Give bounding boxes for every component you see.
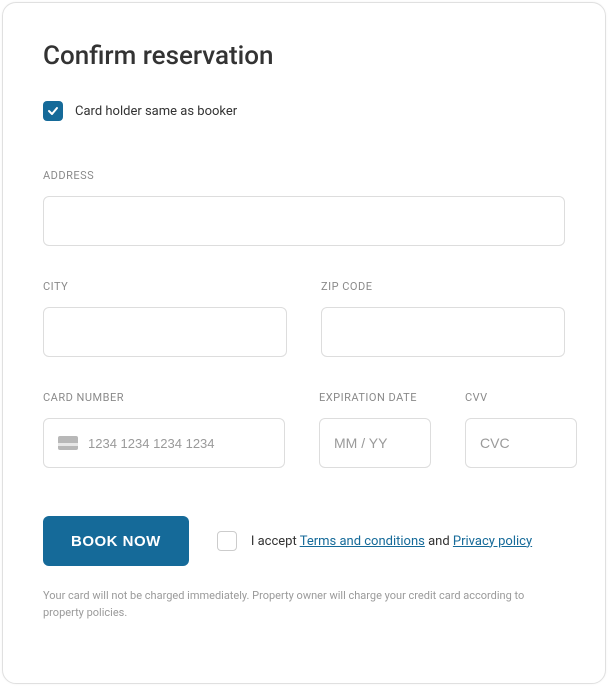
- address-input[interactable]: [43, 196, 565, 246]
- same-as-booker-checkbox[interactable]: [43, 101, 63, 121]
- terms-link[interactable]: Terms and conditions: [300, 534, 425, 549]
- same-as-booker-row: Card holder same as booker: [43, 101, 565, 121]
- privacy-link[interactable]: Privacy policy: [453, 534, 532, 549]
- zip-field: ZIP CODE: [321, 280, 565, 357]
- footer-row: BOOK NOW I accept Terms and conditions a…: [43, 516, 565, 566]
- page-title: Confirm reservation: [43, 41, 565, 71]
- city-label: CITY: [43, 280, 287, 293]
- city-field: CITY: [43, 280, 287, 357]
- card-number-input[interactable]: [88, 436, 270, 451]
- card-number-label: CARD NUMBER: [43, 391, 285, 404]
- zip-label: ZIP CODE: [321, 280, 565, 293]
- accept-prefix: I accept: [251, 534, 300, 549]
- cvv-label: CVV: [465, 391, 577, 404]
- disclaimer-text: Your card will not be charged immediatel…: [43, 588, 565, 621]
- cvv-field: CVV: [465, 391, 577, 468]
- accept-row: I accept Terms and conditions and Privac…: [217, 531, 532, 551]
- book-now-button[interactable]: BOOK NOW: [43, 516, 189, 566]
- card-number-wrapper: [43, 418, 285, 468]
- expiration-input[interactable]: [319, 418, 431, 468]
- expiration-field: EXPIRATION DATE: [319, 391, 431, 468]
- accept-and: and: [425, 534, 453, 549]
- cvv-input[interactable]: [465, 418, 577, 468]
- credit-card-icon: [58, 436, 78, 450]
- same-as-booker-label: Card holder same as booker: [75, 104, 237, 119]
- card-number-field: CARD NUMBER: [43, 391, 285, 468]
- accept-checkbox[interactable]: [217, 531, 237, 551]
- zip-input[interactable]: [321, 307, 565, 357]
- expiration-label: EXPIRATION DATE: [319, 391, 431, 404]
- check-icon: [47, 105, 59, 117]
- accept-text: I accept Terms and conditions and Privac…: [251, 534, 532, 549]
- city-input[interactable]: [43, 307, 287, 357]
- reservation-card: Confirm reservation Card holder same as …: [2, 2, 606, 684]
- address-label: ADDRESS: [43, 169, 565, 182]
- address-field: ADDRESS: [43, 169, 565, 246]
